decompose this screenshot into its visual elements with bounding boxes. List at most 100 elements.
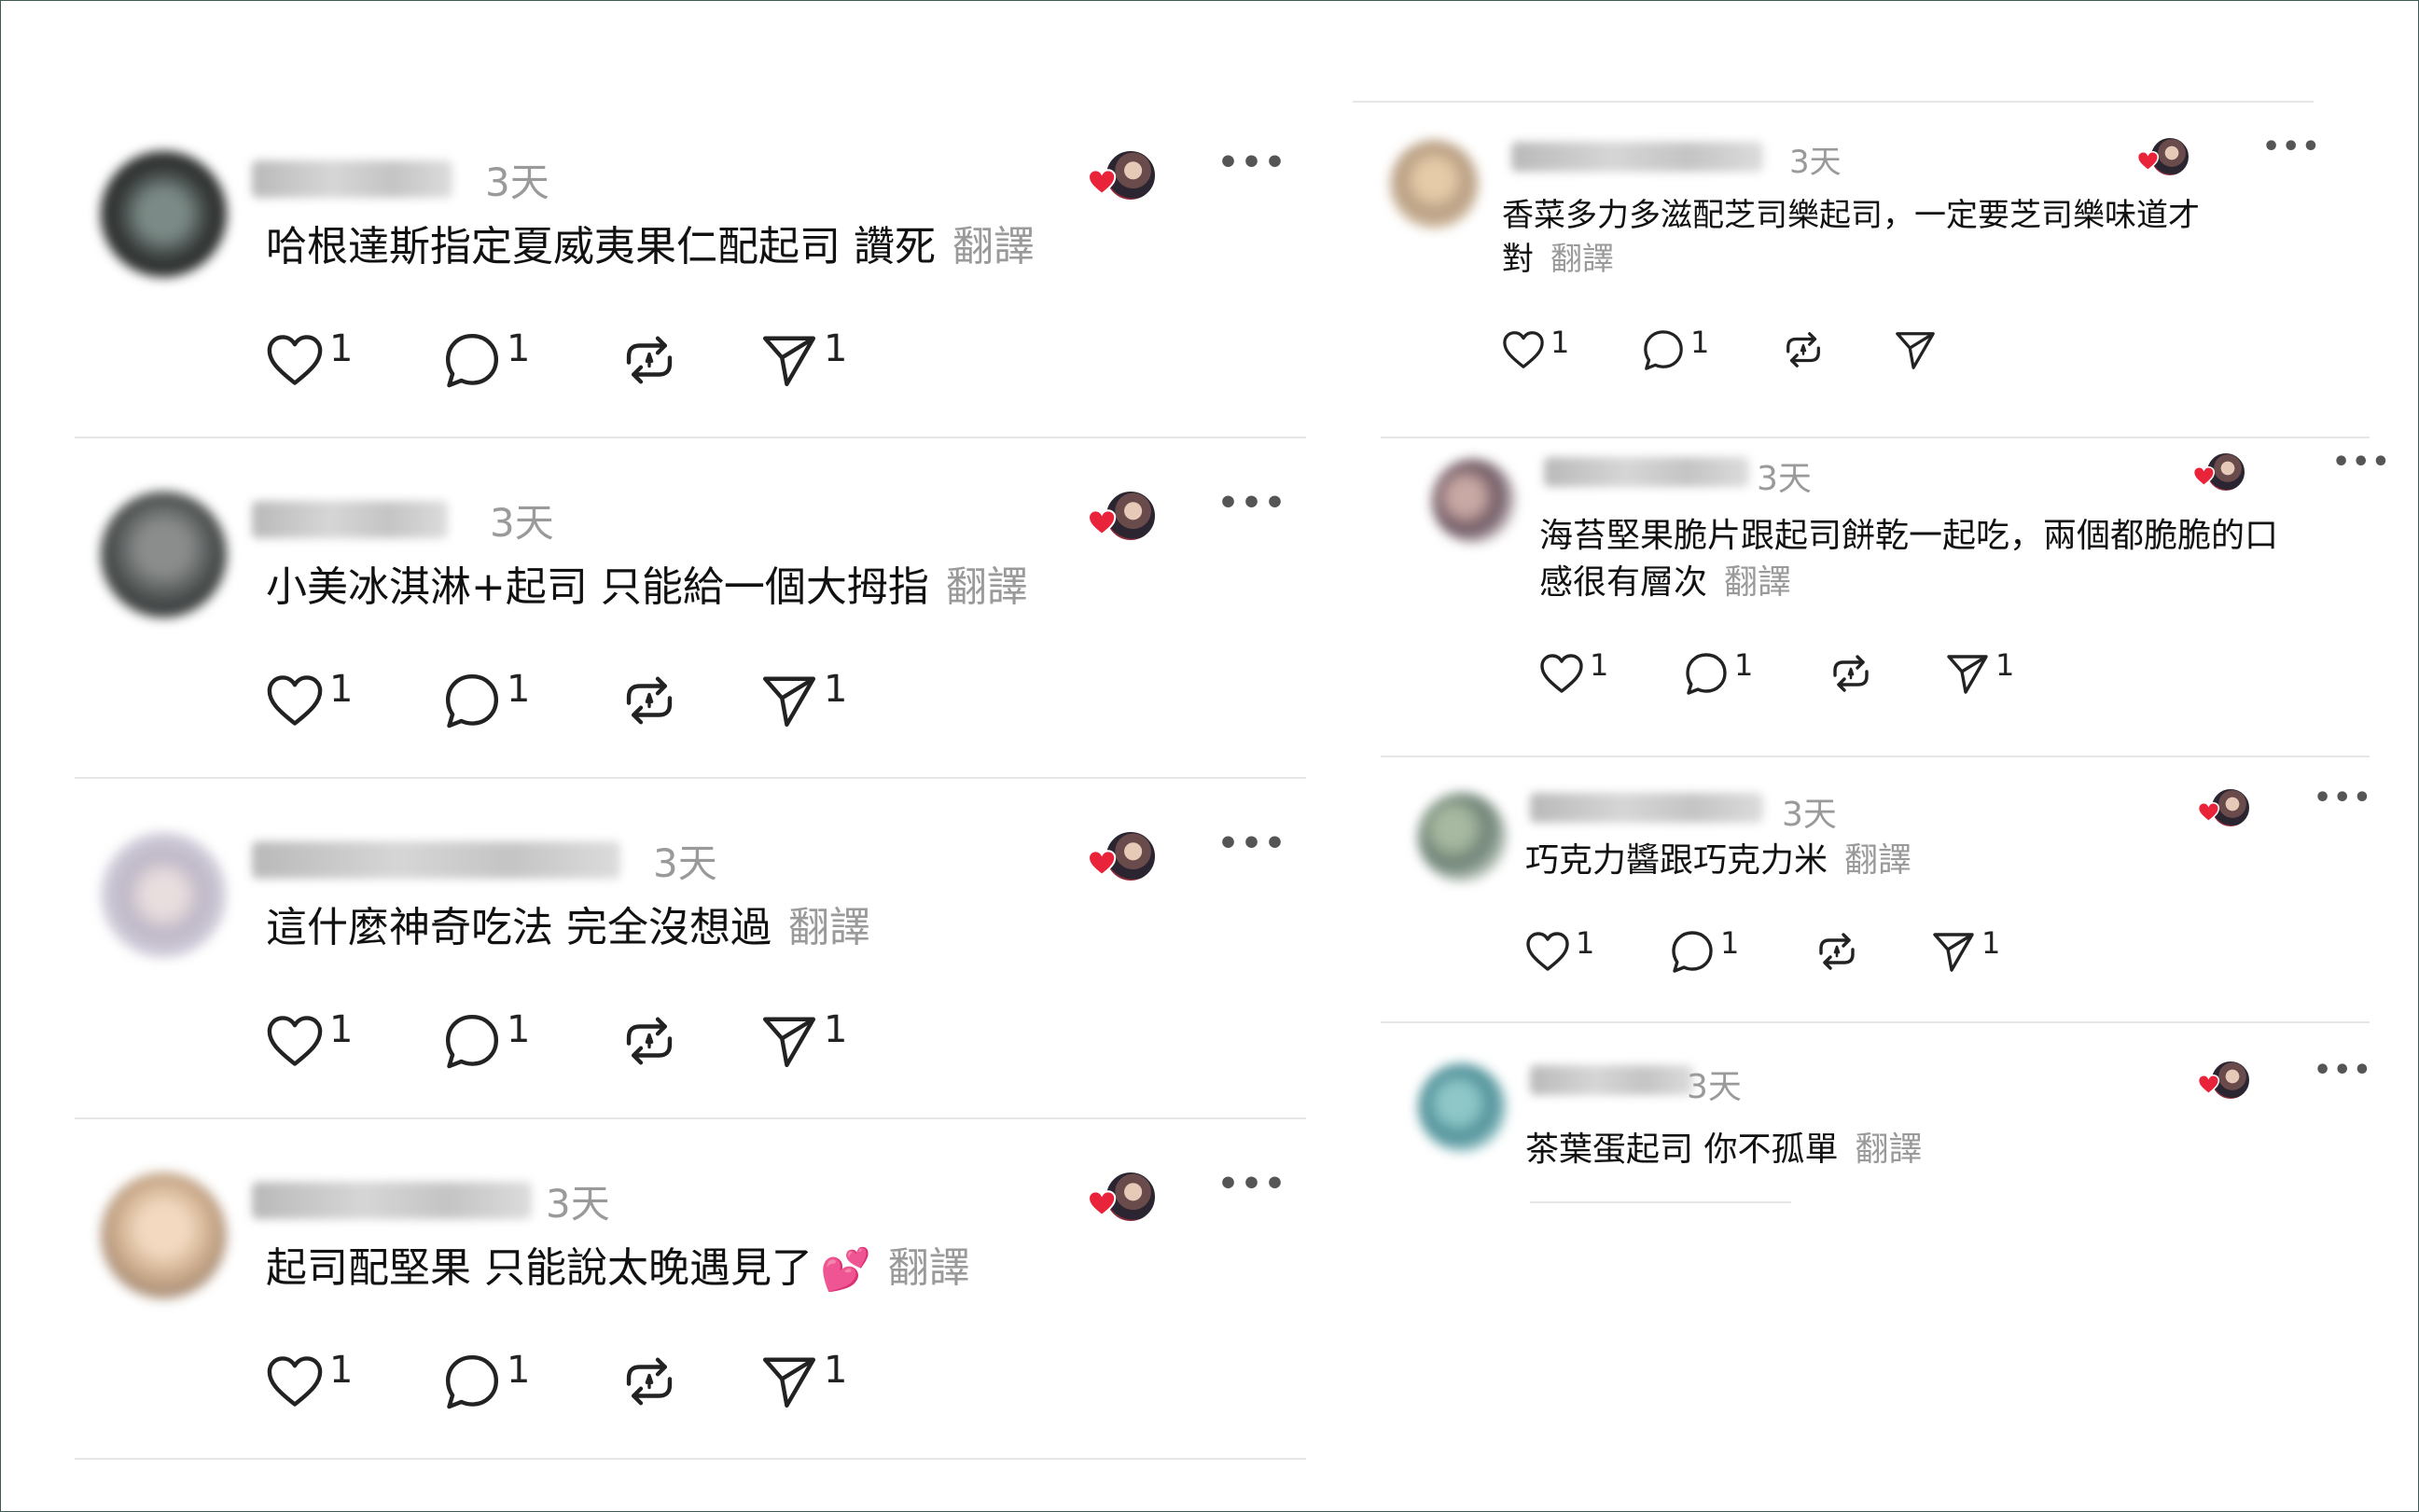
repost-button[interactable] <box>1828 651 1945 696</box>
liked-by-author-icon <box>1087 149 1158 201</box>
comment-icon <box>443 1012 501 1070</box>
heart-icon <box>266 672 324 729</box>
timestamp: 3天 <box>1757 460 1812 498</box>
repost-button[interactable] <box>620 1012 760 1070</box>
more-icon[interactable]: ••• <box>2332 446 2392 479</box>
more-icon[interactable]: ••• <box>1217 825 1287 863</box>
comment-item: 3天 ••• 茶葉蛋起司 你不孤單 翻譯 <box>1343 1054 2416 1352</box>
comment-text-content: 茶葉蛋起司 你不孤單 <box>1525 1131 1839 1169</box>
like-button[interactable]: 1 <box>1525 925 1670 974</box>
avatar[interactable] <box>101 151 227 277</box>
action-count: 1 <box>329 327 354 370</box>
red-heart-icon <box>1087 1189 1117 1217</box>
comment-item: 3天 ••• 香菜多力多滋配芝司樂起司，一定要芝司樂味道才對翻譯 1 1 <box>1343 131 2416 429</box>
timestamp: 3天 <box>1782 796 1837 834</box>
more-icon[interactable]: ••• <box>2314 1054 2373 1087</box>
share-button[interactable]: 1 <box>760 327 900 389</box>
username[interactable] <box>1530 793 1763 823</box>
share-button[interactable]: 1 <box>760 1008 900 1070</box>
divider <box>1530 1201 1791 1203</box>
comment-text: 哈根達斯指定夏威夷果仁配起司 讚死 翻譯 <box>266 219 1035 276</box>
username[interactable] <box>1530 1065 1693 1095</box>
action-count: 1 <box>1981 925 2001 961</box>
liked-by-author-icon <box>2197 787 2251 828</box>
comment-text-content: 小美冰淇淋+起司 只能給一個大拇指 <box>266 563 929 611</box>
username[interactable] <box>1544 457 1749 487</box>
reply-button[interactable]: 1 <box>443 327 620 389</box>
reply-button[interactable]: 1 <box>1642 325 1782 371</box>
translate-link[interactable]: 翻譯 <box>1550 241 1614 278</box>
share-button[interactable] <box>1894 328 2006 371</box>
share-button[interactable]: 1 <box>1931 925 2048 974</box>
avatar[interactable] <box>1418 1063 1507 1152</box>
repost-icon <box>1828 651 1873 696</box>
username[interactable] <box>252 1182 532 1219</box>
like-button[interactable]: 1 <box>1502 325 1642 371</box>
translate-link[interactable]: 翻譯 <box>1844 841 1912 880</box>
comment-text-line: 巧克力醬跟巧克力米 翻譯 <box>1525 838 2398 884</box>
more-icon[interactable]: ••• <box>2262 131 2322 163</box>
share-button[interactable]: 1 <box>1945 647 2062 696</box>
more-icon[interactable]: ••• <box>1217 144 1287 182</box>
repost-button[interactable] <box>620 1352 760 1410</box>
avatar[interactable] <box>1390 140 1479 229</box>
share-button[interactable]: 1 <box>760 668 900 729</box>
reply-button[interactable]: 1 <box>443 668 620 729</box>
action-count: 1 <box>824 668 848 711</box>
like-button[interactable]: 1 <box>1539 647 1684 696</box>
send-icon <box>1931 929 1976 974</box>
username[interactable] <box>252 841 620 879</box>
like-button[interactable]: 1 <box>266 327 443 389</box>
avatar[interactable] <box>101 832 227 958</box>
translate-link[interactable]: 翻譯 <box>888 1244 970 1292</box>
reply-button[interactable]: 1 <box>1684 647 1828 696</box>
comment-icon <box>1642 328 1685 371</box>
share-button[interactable]: 1 <box>760 1349 900 1410</box>
divider <box>75 437 1306 438</box>
action-count: 1 <box>507 1349 531 1392</box>
repost-button[interactable] <box>620 672 760 729</box>
repost-button[interactable] <box>1814 929 1931 974</box>
action-bar: 1 1 1 <box>266 327 900 389</box>
red-heart-icon <box>2192 465 2216 487</box>
red-heart-icon <box>1087 508 1117 536</box>
avatar[interactable] <box>1432 459 1516 543</box>
like-button[interactable]: 1 <box>266 668 443 729</box>
reply-button[interactable]: 1 <box>443 1349 620 1410</box>
heart-icon <box>1539 651 1584 696</box>
comment-item: 3天 ••• 這什麼神奇吃法 完全沒想過 翻譯 1 1 1 <box>0 821 1325 1129</box>
comment-text-line: 茶葉蛋起司 你不孤單 翻譯 <box>1525 1127 2398 1173</box>
repost-button[interactable] <box>1782 328 1894 371</box>
more-icon[interactable]: ••• <box>1217 484 1287 522</box>
username[interactable] <box>252 501 448 538</box>
more-icon[interactable]: ••• <box>1217 1165 1287 1203</box>
heart-icon <box>266 1012 324 1070</box>
avatar[interactable] <box>101 492 227 617</box>
like-button[interactable]: 1 <box>266 1349 443 1410</box>
red-heart-icon <box>1087 849 1117 877</box>
comment-item: 3天 ••• 起司配堅果 只能說太晚遇見了 💕 翻譯 1 1 1 <box>0 1161 1325 1469</box>
action-count: 1 <box>329 1349 354 1392</box>
repost-button[interactable] <box>620 331 760 389</box>
action-count: 1 <box>1720 925 1740 961</box>
avatar[interactable] <box>1418 793 1507 881</box>
translate-link[interactable]: 翻譯 <box>1855 1131 1922 1169</box>
action-bar: 1 1 1 <box>266 1349 900 1410</box>
reply-button[interactable]: 1 <box>443 1008 620 1070</box>
username[interactable] <box>1511 142 1763 172</box>
translate-link[interactable]: 翻譯 <box>1724 563 1791 602</box>
liked-by-author-icon <box>1087 490 1158 542</box>
comment-icon <box>443 1352 501 1410</box>
comment-text: 海苔堅果脆片跟起司餅乾一起吃，兩個都脆脆的口 感很有層次 翻譯 <box>1539 513 2398 605</box>
translate-link[interactable]: 翻譯 <box>788 904 870 951</box>
username[interactable] <box>252 160 452 198</box>
like-button[interactable]: 1 <box>266 1008 443 1070</box>
translate-link[interactable]: 翻譯 <box>952 223 1035 270</box>
more-icon[interactable]: ••• <box>2314 782 2373 814</box>
repost-icon <box>1814 929 1859 974</box>
comment-icon <box>443 672 501 729</box>
send-icon <box>760 1012 818 1070</box>
avatar[interactable] <box>101 1172 227 1298</box>
reply-button[interactable]: 1 <box>1670 925 1814 974</box>
translate-link[interactable]: 翻譯 <box>946 563 1028 611</box>
